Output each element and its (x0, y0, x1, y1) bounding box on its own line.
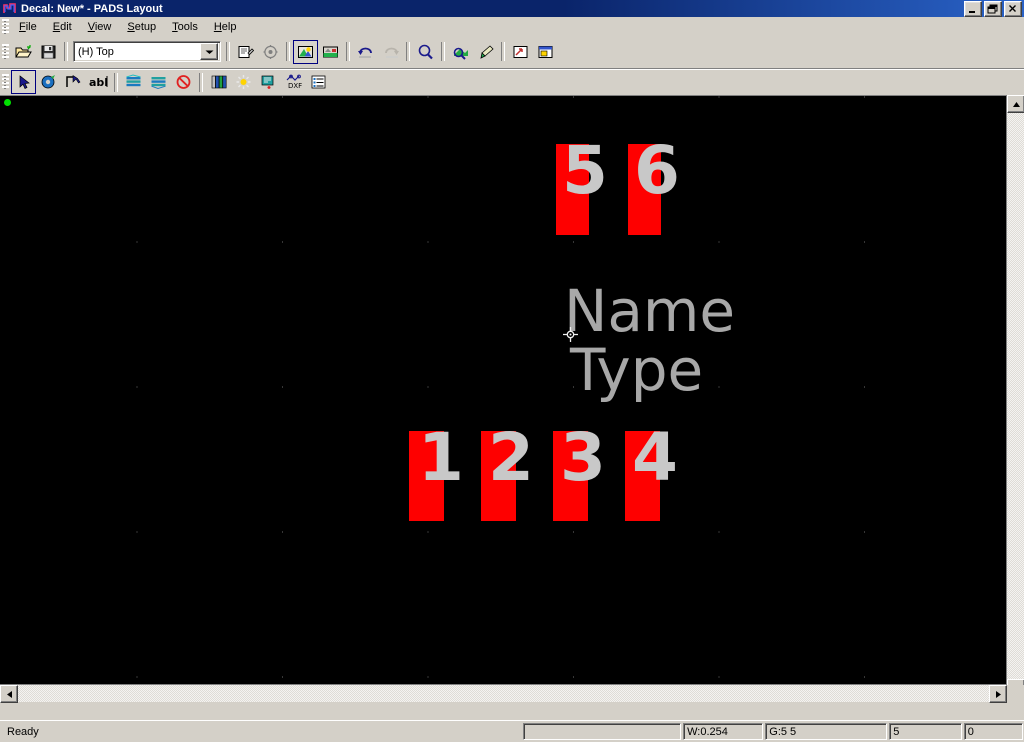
pads-decal-icon (2, 2, 18, 16)
open-button[interactable] (11, 40, 36, 64)
status-width: W:0.254 (683, 723, 764, 740)
decal-toolbar: abl DXF (0, 70, 1024, 94)
redo-button[interactable] (378, 40, 403, 64)
scroll-up-arrow-icon[interactable] (1007, 95, 1024, 113)
status-blank-pane (523, 723, 682, 740)
pin-decal-icon[interactable] (256, 70, 281, 94)
design-properties-button[interactable] (233, 40, 258, 64)
window-controls (964, 1, 1022, 17)
toolbar-separator (64, 42, 68, 61)
status-field-5: 0 (963, 723, 1023, 740)
polyline-icon[interactable] (61, 70, 86, 94)
text-abl-icon[interactable]: abl (86, 70, 111, 94)
plane-area-icon[interactable] (146, 70, 171, 94)
status-field-4: 5 (889, 723, 962, 740)
layer-select-value: (H) Top (78, 45, 114, 58)
display-colors-button[interactable] (293, 39, 318, 64)
sheet-icon[interactable] (533, 40, 558, 64)
toolbar-separator-7 (501, 42, 505, 61)
decal-toolbar-gripper[interactable] (2, 74, 9, 90)
canvas-grid (0, 96, 1007, 698)
pan-icon[interactable] (508, 40, 533, 64)
keepout-no-symbol-icon[interactable] (171, 70, 196, 94)
save-button[interactable] (36, 40, 61, 64)
restore-button[interactable] (984, 1, 1002, 17)
menu-setup[interactable]: Setup (119, 19, 164, 35)
toolbar-separator-5 (406, 42, 410, 61)
window-title: Decal: New* - PADS Layout (21, 2, 163, 15)
3d-books-icon[interactable] (206, 70, 231, 94)
vertical-scrollbar[interactable] (1006, 95, 1024, 697)
zoom-area-button[interactable] (448, 40, 473, 64)
pads-layout-window: Decal: New* - PADS Layout FFi (0, 0, 1024, 742)
decal-canvas-frame: 5 6 1 2 3 4 Name Type (0, 95, 1007, 698)
board-origin-marker (4, 99, 11, 106)
paintbrush-icon[interactable] (473, 40, 498, 64)
magnifier-icon[interactable] (413, 40, 438, 64)
status-grid: G:5 5 (765, 723, 888, 740)
svg-text:abl: abl (89, 76, 108, 89)
drill-drawing-button[interactable] (258, 40, 283, 64)
main-toolbar: (H) Top (0, 38, 1024, 65)
decal-separator-1 (114, 72, 118, 92)
scrollbar-corner (1007, 685, 1024, 702)
title-bar: Decal: New* - PADS Layout (0, 0, 1024, 17)
work-area: 5 6 1 2 3 4 Name Type (0, 95, 1024, 703)
decal-type-text[interactable]: Type (570, 341, 703, 399)
pad-4-label: 4 (632, 419, 678, 496)
pad-3-label: 3 (560, 419, 606, 496)
undo-button[interactable] (353, 40, 378, 64)
toolbar-separator-4 (346, 42, 350, 61)
pad-1-label: 1 (418, 419, 464, 496)
copper-layer-icon[interactable] (121, 70, 146, 94)
list-lines-icon[interactable] (306, 70, 331, 94)
horizontal-scrollbar[interactable] (0, 684, 1007, 703)
status-message: Ready (7, 725, 39, 738)
dxf-icon[interactable]: DXF (281, 70, 306, 94)
toolbar-separator-2 (226, 42, 230, 61)
decal-name-text[interactable]: Name (564, 282, 735, 340)
status-bar: Ready W:0.254 G:5 5 5 0 (0, 720, 1024, 742)
minimize-button[interactable] (964, 1, 982, 17)
menubar-gripper[interactable] (2, 19, 9, 35)
toolbar-separator-3 (286, 42, 290, 61)
layer-display-button[interactable] (318, 40, 343, 64)
menu-tools[interactable]: Tools (164, 19, 206, 35)
layer-select[interactable]: (H) Top (73, 41, 221, 62)
pad-6-label: 6 (634, 132, 680, 209)
menu-edit[interactable]: Edit (45, 19, 80, 35)
arrow-cursor-icon[interactable] (11, 70, 36, 94)
starburst-icon[interactable] (231, 70, 256, 94)
main-toolbar-gripper[interactable] (2, 43, 9, 60)
pad-2-label: 2 (488, 419, 534, 496)
svg-text:DXF: DXF (288, 82, 302, 90)
scroll-right-arrow-icon[interactable] (989, 685, 1007, 703)
decal-canvas[interactable]: 5 6 1 2 3 4 Name Type (0, 96, 1007, 698)
menu-bar: FFileile Edit View Setup Tools Help (0, 17, 1024, 38)
terminal-pad-icon[interactable] (36, 70, 61, 94)
toolbar-separator-6 (441, 42, 445, 61)
menu-help[interactable]: Help (206, 19, 245, 35)
menu-view[interactable]: View (80, 19, 120, 35)
decal-origin-marker (563, 327, 578, 342)
pad-5-label: 5 (562, 132, 608, 209)
scroll-left-arrow-icon[interactable] (0, 685, 18, 703)
menu-file[interactable]: FFileile (11, 19, 45, 35)
chevron-down-icon[interactable] (200, 43, 218, 60)
decal-separator-2 (199, 72, 203, 92)
close-button[interactable] (1004, 1, 1022, 17)
